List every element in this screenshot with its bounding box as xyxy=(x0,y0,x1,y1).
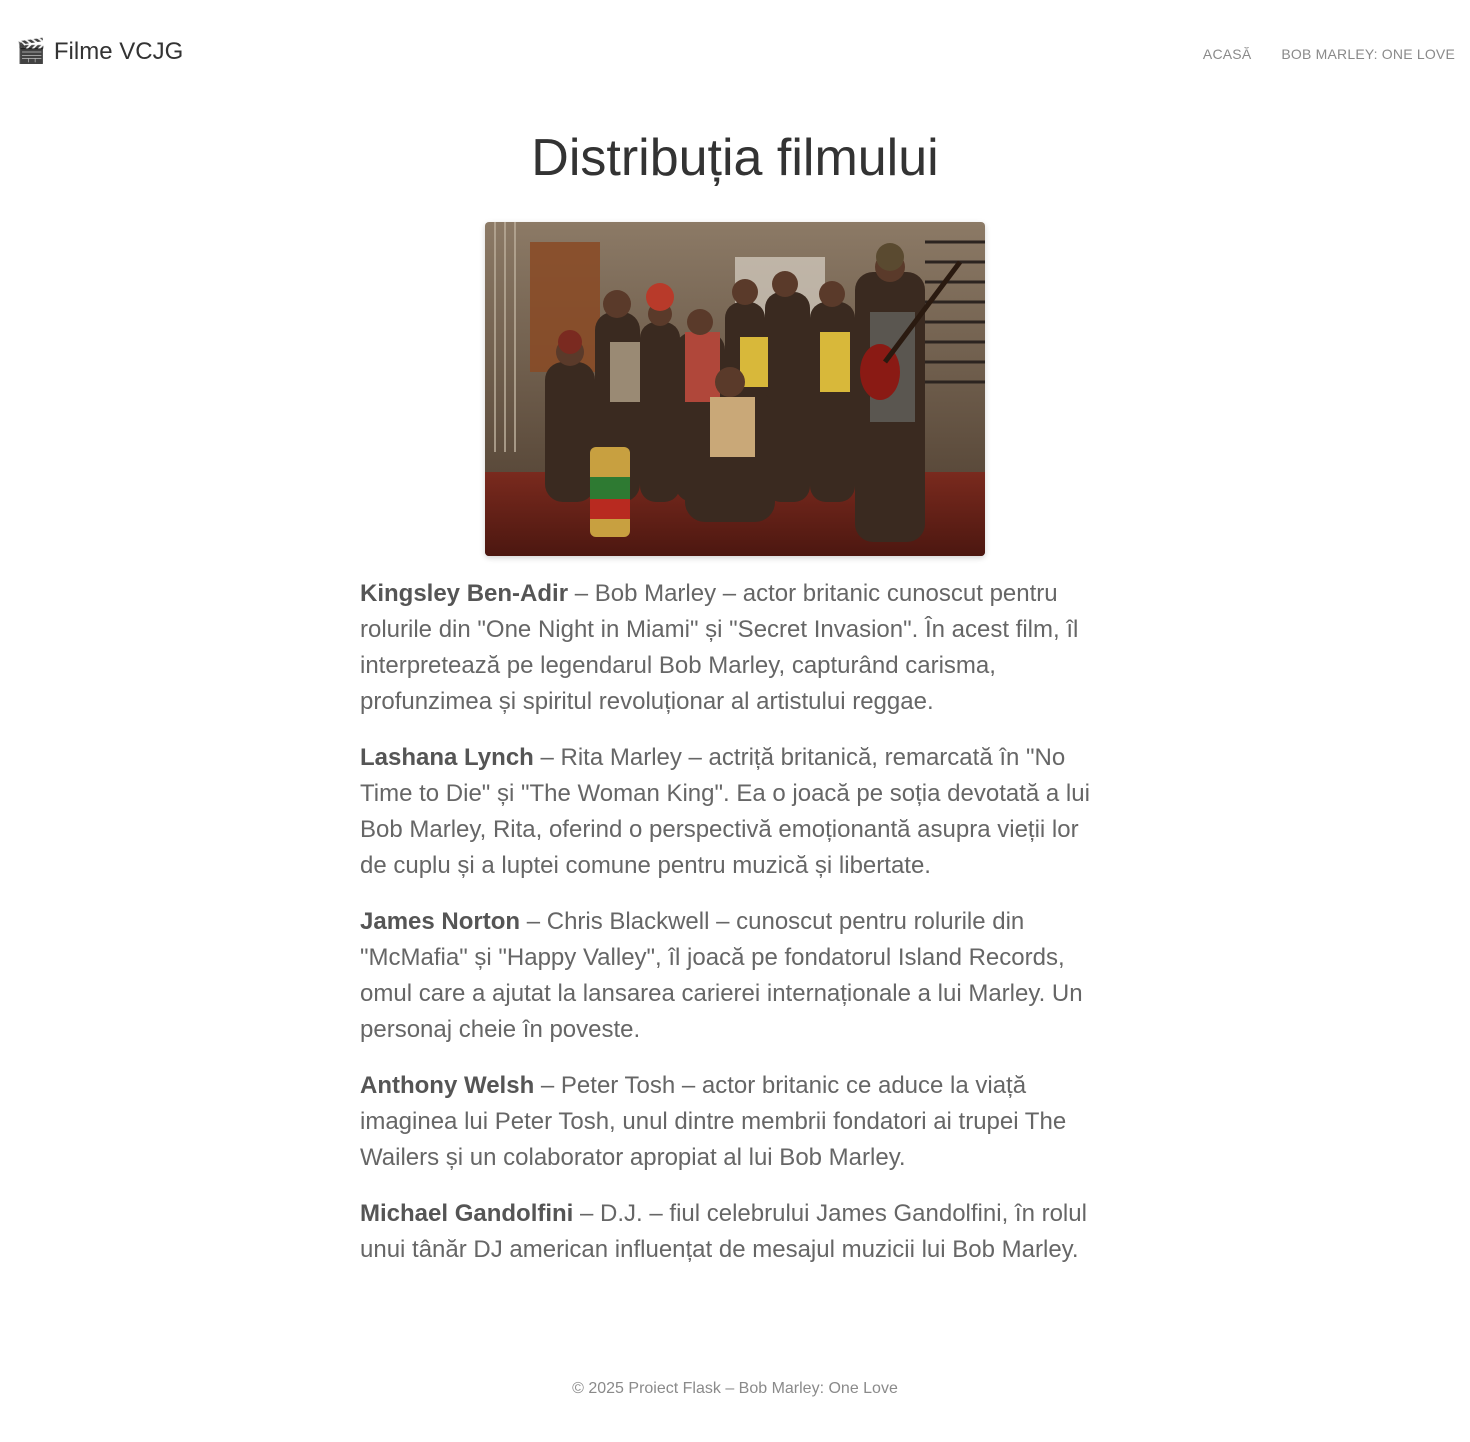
cast-entry: Lashana Lynch – Rita Marley – actriță br… xyxy=(360,740,1100,884)
cast-entry: Kingsley Ben-Adir – Bob Marley – actor b… xyxy=(360,576,1100,720)
nav-link-movie[interactable]: BOB MARLEY: ONE LOVE xyxy=(1281,46,1455,62)
clapperboard-icon: 🎬 xyxy=(16,38,46,65)
brand-text: Filme VCJG xyxy=(53,38,184,65)
page-title: Distribuția filmului xyxy=(531,129,939,187)
cast-name: Michael Gandolfini xyxy=(360,1200,574,1227)
cast-name: Lashana Lynch xyxy=(360,744,534,771)
brand-link[interactable]: 🎬 Filme VCJG xyxy=(16,38,183,66)
nav-links: ACASĂ BOB MARLEY: ONE LOVE xyxy=(1203,46,1455,62)
cast-entry: Michael Gandolfini – D.J. – fiul celebru… xyxy=(360,1196,1100,1268)
footer: © 2025 Proiect Flask – Bob Marley: One L… xyxy=(572,1380,898,1397)
cast-name: Kingsley Ben-Adir xyxy=(360,580,569,607)
cast-entry: Anthony Welsh – Peter Tosh – actor brita… xyxy=(360,1068,1100,1176)
cast-entry: James Norton – Chris Blackwell – cunoscu… xyxy=(360,904,1100,1048)
cast-photo xyxy=(485,222,985,556)
cast-name: Anthony Welsh xyxy=(360,1072,535,1099)
navbar: 🎬 Filme VCJG ACASĂ BOB MARLEY: ONE LOVE xyxy=(0,0,1470,110)
cast-name: James Norton xyxy=(360,908,521,935)
nav-link-home[interactable]: ACASĂ xyxy=(1203,46,1251,62)
cast-list: Kingsley Ben-Adir – Bob Marley – actor b… xyxy=(360,576,1100,1288)
